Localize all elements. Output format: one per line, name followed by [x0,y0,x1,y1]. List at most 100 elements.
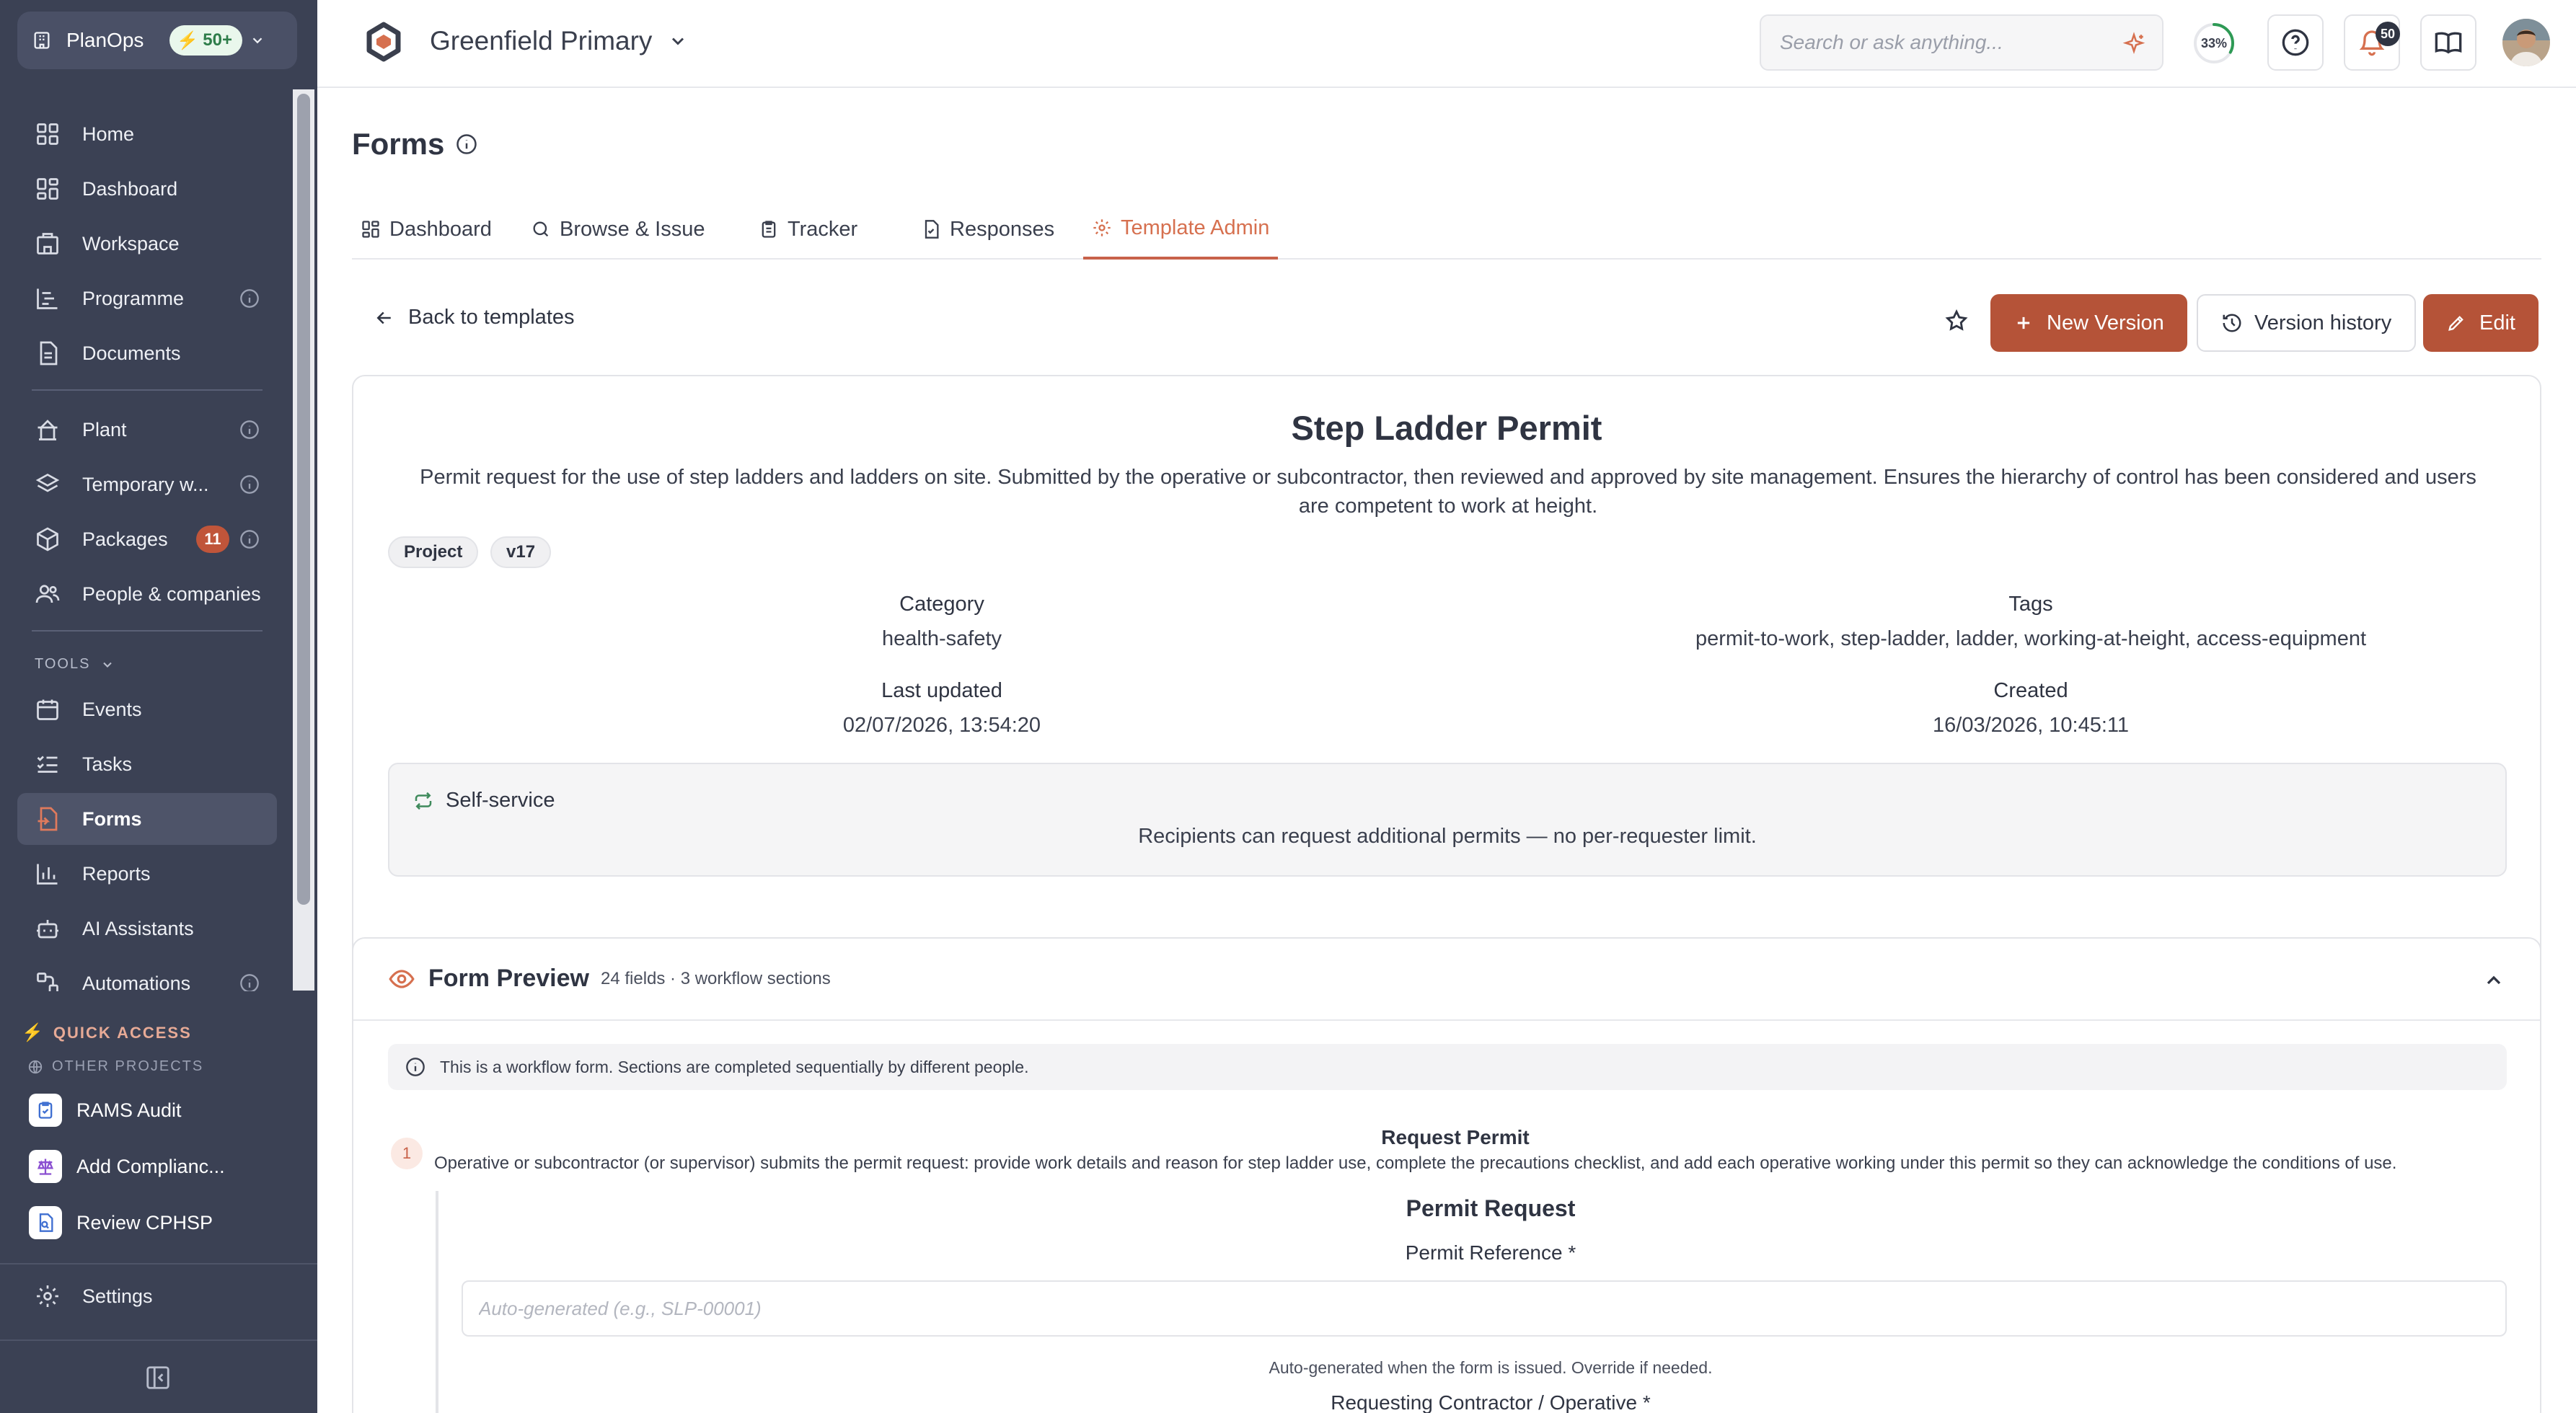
scale-icon [29,1150,62,1183]
history-icon [2223,314,2241,332]
sidebar-item-reports[interactable]: Reports [17,848,277,900]
sidebar-scroll-thumb[interactable] [297,94,310,905]
form-preview-meta: 24 fields · 3 workflow sections [600,968,831,988]
sidebar-item-packages[interactable]: Packages 11 [17,513,277,565]
tab-tracker[interactable]: Tracker [750,199,866,260]
permit-reference-input[interactable] [462,1280,2507,1337]
sidebar-item-dashboard[interactable]: Dashboard [17,163,277,215]
scope-chip: Project [388,536,479,568]
forms-tabs: Dashboard Browse & Issue Tracker Respons… [352,199,2541,260]
quick-access-label: QUICK ACCESS [53,1023,192,1042]
info-icon[interactable] [239,474,260,495]
search-bar[interactable] [1760,14,2163,71]
progress-label: 33% [2200,35,2228,50]
org-switcher[interactable]: PlanOps ⚡ 50+ [17,12,297,69]
sidebar-item-plant[interactable]: Plant [17,404,277,456]
sidebar-item-workspace[interactable]: Workspace [17,218,277,270]
tools-heading[interactable]: TOOLS [35,656,115,673]
sidebar-item-temporary-works[interactable]: Temporary w... [17,459,277,510]
gear-icon [1093,219,1111,236]
gantt-icon [37,288,58,309]
quick-access-item[interactable]: Review CPHSP [29,1202,213,1243]
tab-browse-issue[interactable]: Browse & Issue [522,199,713,260]
other-projects-label: OTHER PROJECTS [52,1058,204,1074]
info-icon[interactable] [239,420,260,440]
form-preview-title-text: Form Preview [428,965,589,992]
workflow-note: This is a workflow form. Sections are co… [388,1044,2507,1090]
version-history-button[interactable]: Version history [2197,294,2417,352]
new-version-label: New Version [2047,311,2164,335]
project-switcher[interactable]: Greenfield Primary [430,26,688,56]
sidebar-item-home[interactable]: Home [17,108,277,160]
tab-dashboard[interactable]: Dashboard [352,199,500,260]
sidebar-item-label: Workspace [82,232,180,254]
sidebar: PlanOps ⚡ 50+ Home Dashboard Workspace Pr… [0,0,317,1413]
sidebar-item-automations[interactable]: Automations [17,957,277,991]
sidebar-item-label: Tasks [82,753,133,775]
eye-icon [389,969,415,988]
sidebar-item-forms[interactable]: Forms [17,793,277,845]
document-icon [40,341,58,366]
help-button[interactable] [2267,14,2324,71]
self-service-heading: Self-service [413,789,555,812]
chevron-up-icon[interactable] [2482,969,2505,992]
chevron-down-icon [252,37,263,44]
bolt-icon: ⚡ [177,30,199,50]
other-projects-heading: OTHER PROJECTS [27,1058,203,1075]
bot-icon [37,920,58,939]
edit-button[interactable]: Edit [2423,294,2538,352]
sidebar-item-programme[interactable]: Programme [17,273,277,324]
sidebar-item-label: Documents [82,342,181,364]
info-icon[interactable] [239,973,260,991]
brand-logo-icon[interactable] [362,20,405,63]
building-icon [37,233,58,254]
created-label: Created [1993,679,2068,702]
top-bar: Greenfield Primary 33% 50 [317,0,2576,88]
file-check-icon [925,220,939,239]
book-icon [2435,32,2462,54]
avatar[interactable] [2502,19,2550,66]
sparkle-icon[interactable] [2122,32,2146,56]
org-badge-count: 50+ [203,30,233,50]
tab-template-admin[interactable]: Template Admin [1083,199,1279,260]
sidebar-item-settings[interactable]: Settings [35,1283,153,1309]
info-icon[interactable] [456,133,477,155]
workflow-note-text: This is a workflow form. Sections are co… [440,1057,1029,1076]
notifications-count: 50 [2376,22,2400,46]
last-updated-label: Last updated [881,679,1002,702]
sidebar-item-tasks[interactable]: Tasks [17,738,277,790]
sidebar-item-people-companies[interactable]: People & companies [17,568,277,620]
tab-label: Template Admin [1121,216,1270,239]
tab-responses[interactable]: Responses [912,199,1063,260]
sidebar-item-label: AI Assistants [82,917,194,939]
sidebar-item-label: Plant [82,418,127,440]
info-icon[interactable] [239,529,260,549]
notifications-button[interactable]: 50 [2344,14,2400,71]
package-icon [37,527,58,552]
sidebar-item-ai-assistants[interactable]: AI Assistants [17,903,277,954]
form-icon [38,807,58,831]
search-input[interactable] [1780,31,2112,54]
form-preview-header[interactable]: Form Preview 24 fields · 3 workflow sect… [353,939,2540,1021]
category-value: health-safety [881,627,1002,650]
progress-indicator[interactable]: 33% [2192,22,2236,65]
info-icon[interactable] [239,288,260,309]
new-version-button[interactable]: New Version [1990,294,2187,352]
sidebar-item-documents[interactable]: Documents [17,327,277,379]
sidebar-item-label: Reports [82,862,151,885]
sidebar-item-label: Forms [82,807,142,830]
sidebar-divider [0,1263,317,1264]
docs-button[interactable] [2420,14,2476,71]
clipboard-icon [762,221,776,238]
chevron-down-icon [672,37,684,45]
crane-icon [38,420,58,440]
quick-access-item[interactable]: RAMS Audit [29,1090,182,1130]
globe-icon [28,1060,43,1073]
back-to-templates-link[interactable]: Back to templates [374,306,575,329]
file-search-icon [29,1206,62,1239]
sidebar-nav: Home Dashboard Workspace Programme Docum… [0,94,288,991]
collapse-sidebar-icon[interactable] [144,1364,172,1391]
star-icon[interactable] [1944,309,1969,333]
quick-access-item[interactable]: Add Complianc... [29,1146,225,1187]
sidebar-item-events[interactable]: Events [17,683,277,735]
